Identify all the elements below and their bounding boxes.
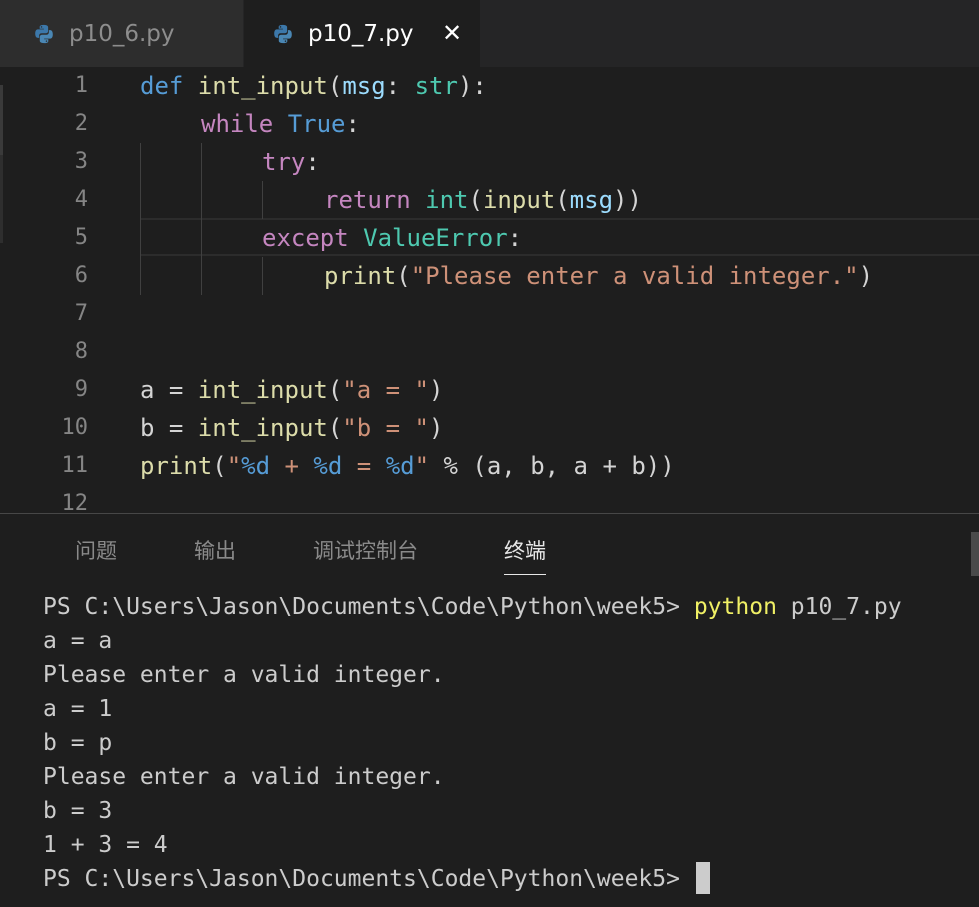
python-file-icon (274, 24, 292, 43)
terminal-line: Please enter a valid integer. (43, 764, 445, 790)
code-line: 7 (0, 295, 979, 333)
line-number: 12 (61, 491, 89, 513)
terminal[interactable]: PS C:\Users\Jason\Documents\Code\Python\… (43, 590, 979, 896)
tab-p10-6[interactable]: p10_6.py (0, 0, 243, 67)
code-line: 2 while True: (0, 105, 979, 143)
panel-tab-problems[interactable]: 问题 (75, 534, 117, 568)
terminal-line: a = 1 (43, 696, 113, 722)
code-line: 4 return int(input(msg)) (0, 181, 979, 219)
terminal-line: PS C:\Users\Jason\Documents\Code\Python\… (43, 594, 902, 620)
line-number: 4 (74, 187, 88, 212)
terminal-cursor (695, 861, 710, 894)
line-number: 11 (61, 453, 89, 478)
code-line: 3 try: (0, 143, 979, 181)
tab-p10-7[interactable]: p10_7.py ✕ (244, 0, 480, 67)
code-line: 1 def int_input(msg: str): (0, 67, 979, 105)
code-line: 5 except ValueError: (0, 219, 979, 257)
line-number: 10 (61, 415, 89, 440)
line-code: print("%d + %d = %d" % (a, b, a + b)) (140, 452, 675, 480)
code-editor[interactable]: 1 def int_input(msg: str): 2 while True:… (0, 67, 979, 513)
terminal-line: b = p (43, 730, 113, 756)
line-number: 5 (74, 225, 88, 250)
panel-tab-terminal[interactable]: 终端 (504, 534, 546, 575)
line-code: print("Please enter a valid integer.") (324, 262, 874, 290)
panel-tab-debug-console[interactable]: 调试控制台 (313, 534, 418, 568)
line-number: 1 (74, 73, 88, 98)
code-line: 9 a = int_input("a = ") (0, 371, 979, 409)
line-code: return int(input(msg)) (324, 186, 642, 214)
terminal-line: PS C:\Users\Jason\Documents\Code\Python\… (43, 861, 979, 896)
terminal-line: Please enter a valid integer. (43, 662, 445, 688)
line-number: 7 (74, 301, 88, 326)
line-number: 2 (74, 111, 88, 136)
terminal-line: a = a (43, 628, 113, 654)
code-line: 6 print("Please enter a valid integer.") (0, 257, 979, 295)
terminal-line: b = 3 (43, 798, 113, 824)
python-file-icon (35, 24, 53, 43)
panel-tab-output[interactable]: 输出 (194, 534, 236, 568)
code-line: 10 b = int_input("b = ") (0, 409, 979, 447)
line-number: 6 (74, 263, 88, 288)
line-number: 9 (74, 377, 88, 402)
line-number: 8 (74, 339, 88, 364)
close-icon[interactable]: ✕ (440, 18, 464, 48)
code-line: 11 print("%d + %d = %d" % (a, b, a + b)) (0, 447, 979, 485)
line-code: b = int_input("b = ") (140, 414, 444, 442)
line-number: 3 (74, 149, 88, 174)
line-code: try: (262, 148, 320, 176)
line-code: except ValueError: (262, 224, 523, 252)
bottom-panel: 问题 输出 调试控制台 终端 PS C:\Users\Jason\Documen… (0, 513, 979, 907)
code-line: 8 (0, 333, 979, 371)
tab-label: p10_7.py (308, 20, 414, 47)
line-code: def int_input(msg: str): (140, 72, 487, 100)
tab-label: p10_6.py (69, 20, 175, 47)
editor-tab-bar: p10_6.py p10_7.py ✕ (0, 0, 979, 67)
line-code: while True: (201, 110, 360, 138)
terminal-line: 1 + 3 = 4 (43, 832, 168, 858)
line-code: a = int_input("a = ") (140, 376, 444, 404)
panel-scrollbar[interactable] (971, 532, 979, 576)
code-line: 12 (0, 485, 979, 513)
